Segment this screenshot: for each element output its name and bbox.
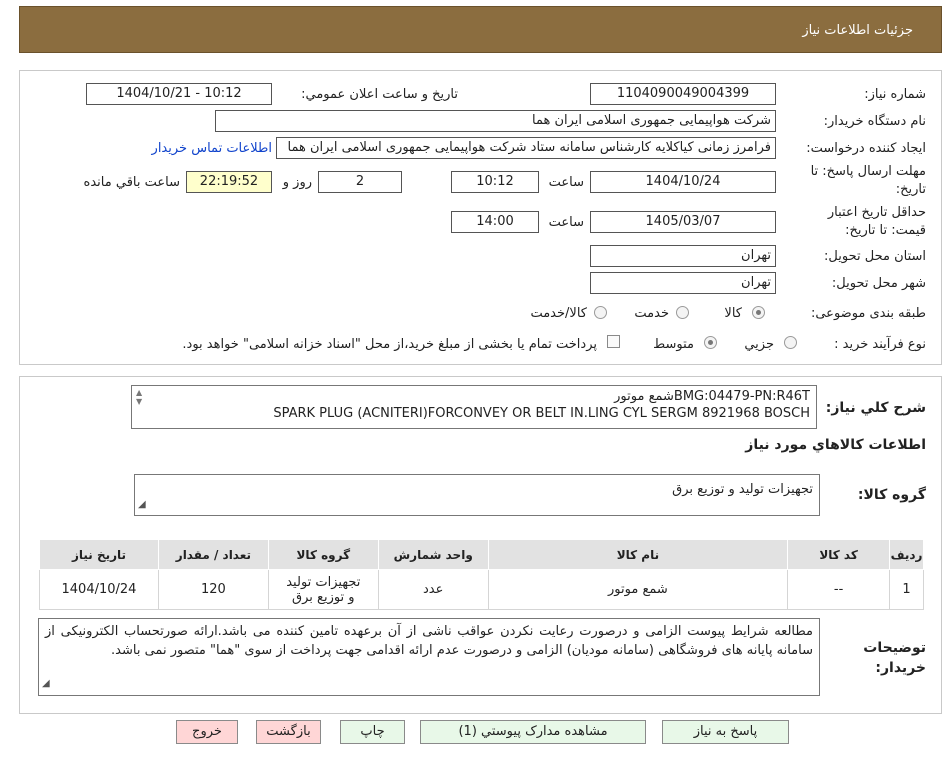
resize-grip-icon[interactable]: ◢ (42, 674, 50, 693)
category-option-both: کالا/خدمت (530, 306, 587, 321)
validity-label: حداقل تاریخ اعتبار قیمت: تا تاریخ: (827, 205, 926, 238)
payment-note: پرداخت تمام یا بخشی از مبلغ خرید،از محل … (182, 337, 597, 352)
scroll-arrows-icon[interactable]: ▲ ▼ (136, 388, 142, 406)
days-label: روز و (282, 175, 312, 190)
category-option-goods: کالا (724, 306, 742, 321)
col-row: ردیف (889, 539, 924, 570)
cell-group: تجهیزات تولید و توزیع برق (267, 569, 379, 610)
cell-name: شمع موتور (487, 569, 789, 610)
process-radio-minor[interactable] (784, 336, 797, 349)
back-button[interactable]: بازگشت (256, 720, 321, 744)
category-label: طبقه بندی موضوعی: (810, 306, 926, 321)
exit-button[interactable]: خروج (176, 720, 238, 744)
goods-group-label: گروه کالا: (857, 487, 926, 503)
deadline-date-field[interactable]: 1404/10/24 (590, 171, 776, 193)
requester-label: ایجاد کننده درخواست: (806, 141, 926, 156)
need-number-label: شماره نیاز: (864, 87, 926, 102)
col-date: تاریخ نیاز (39, 539, 159, 570)
category-radio-service[interactable] (676, 306, 689, 319)
process-radio-medium[interactable] (704, 336, 717, 349)
category-radio-goods[interactable] (752, 306, 765, 319)
page-title: جزئیات اطلاعات نیاز (802, 23, 913, 38)
validity-time-label: ساعت (548, 215, 584, 230)
announce-field[interactable]: 1404/10/21 - 10:12 (86, 83, 272, 105)
goods-group-field[interactable]: تجهیزات تولید و توزیع برق ◢ (134, 474, 820, 516)
remaining-time-field: 22:19:52 (186, 171, 272, 193)
validity-date-field[interactable]: 1405/03/07 (590, 211, 776, 233)
requester-field[interactable]: فرامرز زمانی کیاکلایه کارشناس سامانه ستا… (276, 137, 776, 159)
buyer-org-field[interactable]: شرکت هواپیمایی جمهوری اسلامی ایران هما (215, 110, 776, 132)
print-button[interactable]: چاپ (340, 720, 405, 744)
buyer-contact-link[interactable]: اطلاعات تماس خریدار (152, 141, 272, 156)
table-row[interactable]: 1 -- شمع موتور عدد تجهیزات تولید و توزیع… (39, 569, 924, 610)
reply-button[interactable]: پاسخ به نیاز (662, 720, 789, 744)
category-radio-both[interactable] (594, 306, 607, 319)
col-unit: واحد شمارش (377, 539, 489, 570)
remaining-label: ساعت باقي مانده (83, 175, 180, 190)
title-bar: جزئیات اطلاعات نیاز (19, 6, 942, 53)
province-label: استان محل تحویل: (824, 249, 926, 264)
col-qty: تعداد / مقدار (157, 539, 269, 570)
summary-line-2: SPARK PLUG (ACNITERI)FORCONVEY OR BELT I… (273, 406, 810, 421)
summary-line-1: شمع موتورBMG:04479-PN:R46T (614, 389, 810, 404)
goods-section-title: اطلاعات کالاهاي مورد نیاز (745, 437, 926, 453)
col-name: نام کالا (487, 539, 789, 570)
cell-unit: عدد (377, 569, 489, 610)
summary-field[interactable]: شمع موتورBMG:04479-PN:R46T SPARK PLUG (A… (131, 385, 817, 429)
cell-code: -- (787, 569, 891, 610)
resize-grip-icon[interactable]: ◢ (138, 496, 146, 513)
col-group: گروه کالا (267, 539, 379, 570)
announce-label: تاریخ و ساعت اعلان عمومي: (301, 87, 458, 102)
validity-time-field[interactable]: 14:00 (451, 211, 539, 233)
buyer-notes-label: توضیحات خریدار: (863, 640, 926, 676)
view-attachments-button[interactable]: مشاهده مدارک پیوستي (1) (420, 720, 646, 744)
goods-table-header: ردیف کد کالا نام کالا واحد شمارش گروه کا… (39, 539, 924, 570)
process-option-minor: جزیي (744, 337, 774, 352)
deadline-time-label: ساعت (548, 175, 584, 190)
buyer-notes-field[interactable]: مطالعه شرایط پیوست الزامی و درصورت رعایت… (38, 618, 820, 696)
category-option-service: خدمت (634, 306, 669, 321)
goods-group-value: تجهیزات تولید و توزیع برق (672, 482, 813, 497)
process-option-medium: متوسط (653, 337, 694, 352)
process-label: نوع فرآیند خرید : (834, 337, 926, 352)
cell-qty: 120 (157, 569, 269, 610)
city-field[interactable]: تهران (590, 272, 776, 294)
cell-row: 1 (889, 569, 924, 610)
days-field[interactable]: 2 (318, 171, 402, 193)
summary-label: شرح کلي نیاز: (825, 400, 926, 416)
treasury-checkbox[interactable] (607, 335, 620, 348)
province-field[interactable]: تهران (590, 245, 776, 267)
city-label: شهر محل تحویل: (831, 276, 926, 291)
buyer-org-label: نام دستگاه خریدار: (823, 114, 926, 129)
cell-date: 1404/10/24 (39, 569, 159, 610)
need-number-field[interactable]: 1104090049004399 (590, 83, 776, 105)
col-code: کد کالا (787, 539, 891, 570)
deadline-time-field[interactable]: 10:12 (451, 171, 539, 193)
deadline-label: مهلت ارسال پاسخ: تا تاریخ: (810, 164, 926, 197)
buyer-notes-text: مطالعه شرایط پیوست الزامی و درصورت رعایت… (45, 624, 813, 658)
goods-table: ردیف کد کالا نام کالا واحد شمارش گروه کا… (39, 539, 924, 610)
